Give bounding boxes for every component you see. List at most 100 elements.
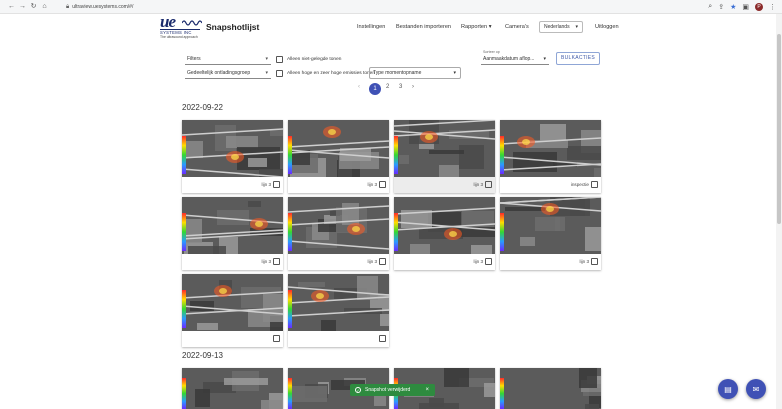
snapshot-card-footer: lijn 3 — [394, 177, 495, 193]
pagination-page-3[interactable]: 3 — [399, 84, 402, 90]
snapshot-card[interactable] — [500, 368, 601, 409]
moment-type-value: Type momentopname — [373, 70, 422, 76]
snapshot-select-checkbox[interactable] — [273, 335, 280, 342]
snapshot-thumbnail[interactable] — [288, 274, 389, 331]
only-unshared-checkbox[interactable] — [276, 56, 283, 63]
snapshot-select-checkbox[interactable] — [591, 181, 598, 188]
snapshot-card[interactable]: lijn 3 — [500, 197, 601, 270]
snapshot-card-footer: inspectie — [500, 177, 601, 193]
pagination-prev[interactable]: ‹ — [358, 84, 360, 90]
filters-select[interactable]: Filters ▾ — [185, 54, 271, 65]
snapshot-card[interactable]: lijn 3 — [182, 197, 283, 270]
document-icon[interactable]: ▤ — [718, 379, 738, 399]
snapshot-thumbnail[interactable] — [394, 197, 495, 254]
profile-avatar[interactable]: P — [755, 3, 763, 11]
snapshot-thumbnail[interactable] — [500, 197, 601, 254]
snapshot-card-footer: lijn 3 — [288, 177, 389, 193]
date-heading: 2022-09-22 — [182, 103, 223, 112]
snapshot-thumbnail[interactable] — [500, 368, 601, 409]
address-bar[interactable]: 🔒︎ ultraview.uesystems.com/#/ — [66, 2, 686, 12]
snapshot-card-footer — [288, 331, 389, 347]
snapshot-card[interactable] — [182, 274, 283, 347]
snapshot-card[interactable]: inspectie — [500, 120, 601, 193]
share-icon[interactable]: ⇪ — [718, 3, 724, 11]
moment-type-select[interactable]: Type momentopname ▾ — [369, 67, 461, 79]
snapshot-select-checkbox[interactable] — [591, 258, 598, 265]
scrollbar[interactable] — [776, 14, 782, 409]
heat-scale-bar — [500, 136, 504, 174]
caret-down-icon: ▾ — [488, 24, 492, 30]
group-select-value: Gedeeltelijk ontladingsgroep — [187, 70, 251, 76]
snapshot-card-footer: lijn 3 — [500, 254, 601, 270]
snapshot-card[interactable]: lijn 3 — [182, 120, 283, 193]
pagination-next[interactable]: › — [412, 84, 414, 90]
nav-reports[interactable]: Rapporten ▾ — [461, 24, 492, 30]
snapshot-select-checkbox[interactable] — [379, 335, 386, 342]
heat-scale-bar — [182, 136, 186, 174]
snapshot-select-checkbox[interactable] — [379, 258, 386, 265]
nav-cameras[interactable]: Camera's — [505, 24, 529, 30]
snapshot-card[interactable]: lijn 3 — [394, 197, 495, 270]
toast-notification: ✓ Snapshot verwijderd × — [350, 384, 435, 396]
snapshot-label: lijn 3 — [579, 259, 589, 264]
heat-scale-bar — [182, 213, 186, 251]
snapshot-select-checkbox[interactable] — [273, 258, 280, 265]
snapshot-label: lijn 3 — [367, 182, 377, 187]
snapshot-card-footer: lijn 3 — [182, 177, 283, 193]
menu-icon[interactable]: ⋮ — [769, 3, 776, 11]
snapshot-card-footer: lijn 3 — [394, 254, 495, 270]
reload-icon[interactable]: ↻ — [28, 0, 39, 14]
heat-scale-bar — [394, 213, 398, 251]
language-select[interactable]: Nederlands ▾ — [539, 21, 583, 33]
nav-logout[interactable]: Uitloggen — [595, 24, 619, 30]
sidepanel-icon[interactable]: ▣ — [742, 3, 749, 11]
snapshot-select-checkbox[interactable] — [485, 181, 492, 188]
zoom-icon[interactable]: ⌕ — [708, 3, 712, 11]
snapshot-label: lijn 3 — [367, 259, 377, 264]
snapshot-card[interactable] — [182, 368, 283, 409]
home-icon[interactable]: ⌂ — [39, 0, 50, 14]
snapshot-thumbnail[interactable] — [288, 197, 389, 254]
nav-reports-label: Rapporten — [461, 24, 488, 30]
snapshot-card[interactable]: lijn 3 — [288, 120, 389, 193]
snapshot-thumbnail[interactable] — [182, 274, 283, 331]
snapshot-thumbnail[interactable] — [500, 120, 601, 177]
page-title: Snapshotlijst — [206, 22, 260, 32]
caret-down-icon: ▾ — [265, 56, 268, 62]
forward-icon[interactable]: → — [17, 0, 28, 14]
star-icon[interactable]: ★ — [730, 3, 736, 11]
snapshot-card[interactable]: lijn 3 — [394, 120, 495, 193]
toast-close-button[interactable]: × — [425, 384, 429, 396]
snapshot-select-checkbox[interactable] — [379, 181, 386, 188]
snapshot-label: lijn 3 — [261, 259, 271, 264]
heat-scale-bar — [500, 378, 504, 409]
ue-systems-logo[interactable]: ue SYSTEMS INC The ultrasound approach — [160, 13, 202, 41]
filters-select-value: Filters — [187, 56, 201, 62]
snapshot-thumbnail[interactable] — [182, 120, 283, 177]
nav-import[interactable]: Bestanden importeren — [396, 24, 451, 30]
url-text: ultraview.uesystems.com/#/ — [72, 4, 134, 10]
bulk-actions-button[interactable]: BULKACTIES — [556, 52, 600, 65]
snapshot-thumbnail[interactable] — [182, 368, 283, 409]
snapshot-label: lijn 3 — [473, 182, 483, 187]
sort-select[interactable]: Aanmaakdatum aflop... ▾ — [481, 53, 549, 65]
group-select[interactable]: Gedeeltelijk ontladingsgroep ▾ — [185, 68, 271, 79]
snapshot-thumbnail[interactable] — [182, 197, 283, 254]
pagination-page-2[interactable]: 2 — [386, 84, 389, 90]
snapshot-card[interactable] — [288, 274, 389, 347]
scrollbar-thumb[interactable] — [777, 34, 781, 224]
heat-scale-bar — [288, 136, 292, 174]
snapshot-card[interactable]: lijn 3 — [288, 197, 389, 270]
snapshot-thumbnail[interactable] — [288, 120, 389, 177]
back-icon[interactable]: ← — [6, 0, 17, 14]
snapshot-label: inspectie — [570, 182, 589, 187]
caret-down-icon: ▾ — [265, 70, 268, 76]
snapshot-select-checkbox[interactable] — [273, 181, 280, 188]
snapshot-thumbnail[interactable] — [394, 120, 495, 177]
nav-settings[interactable]: Instellingen — [357, 24, 385, 30]
only-high-checkbox[interactable] — [276, 70, 283, 77]
pagination-page-1[interactable]: 1 — [369, 83, 381, 95]
chat-icon[interactable]: ✉ — [746, 379, 766, 399]
browser-toolbar: ← → ↻ ⌂ 🔒︎ ultraview.uesystems.com/#/ ⌕ … — [0, 0, 782, 14]
snapshot-select-checkbox[interactable] — [485, 258, 492, 265]
